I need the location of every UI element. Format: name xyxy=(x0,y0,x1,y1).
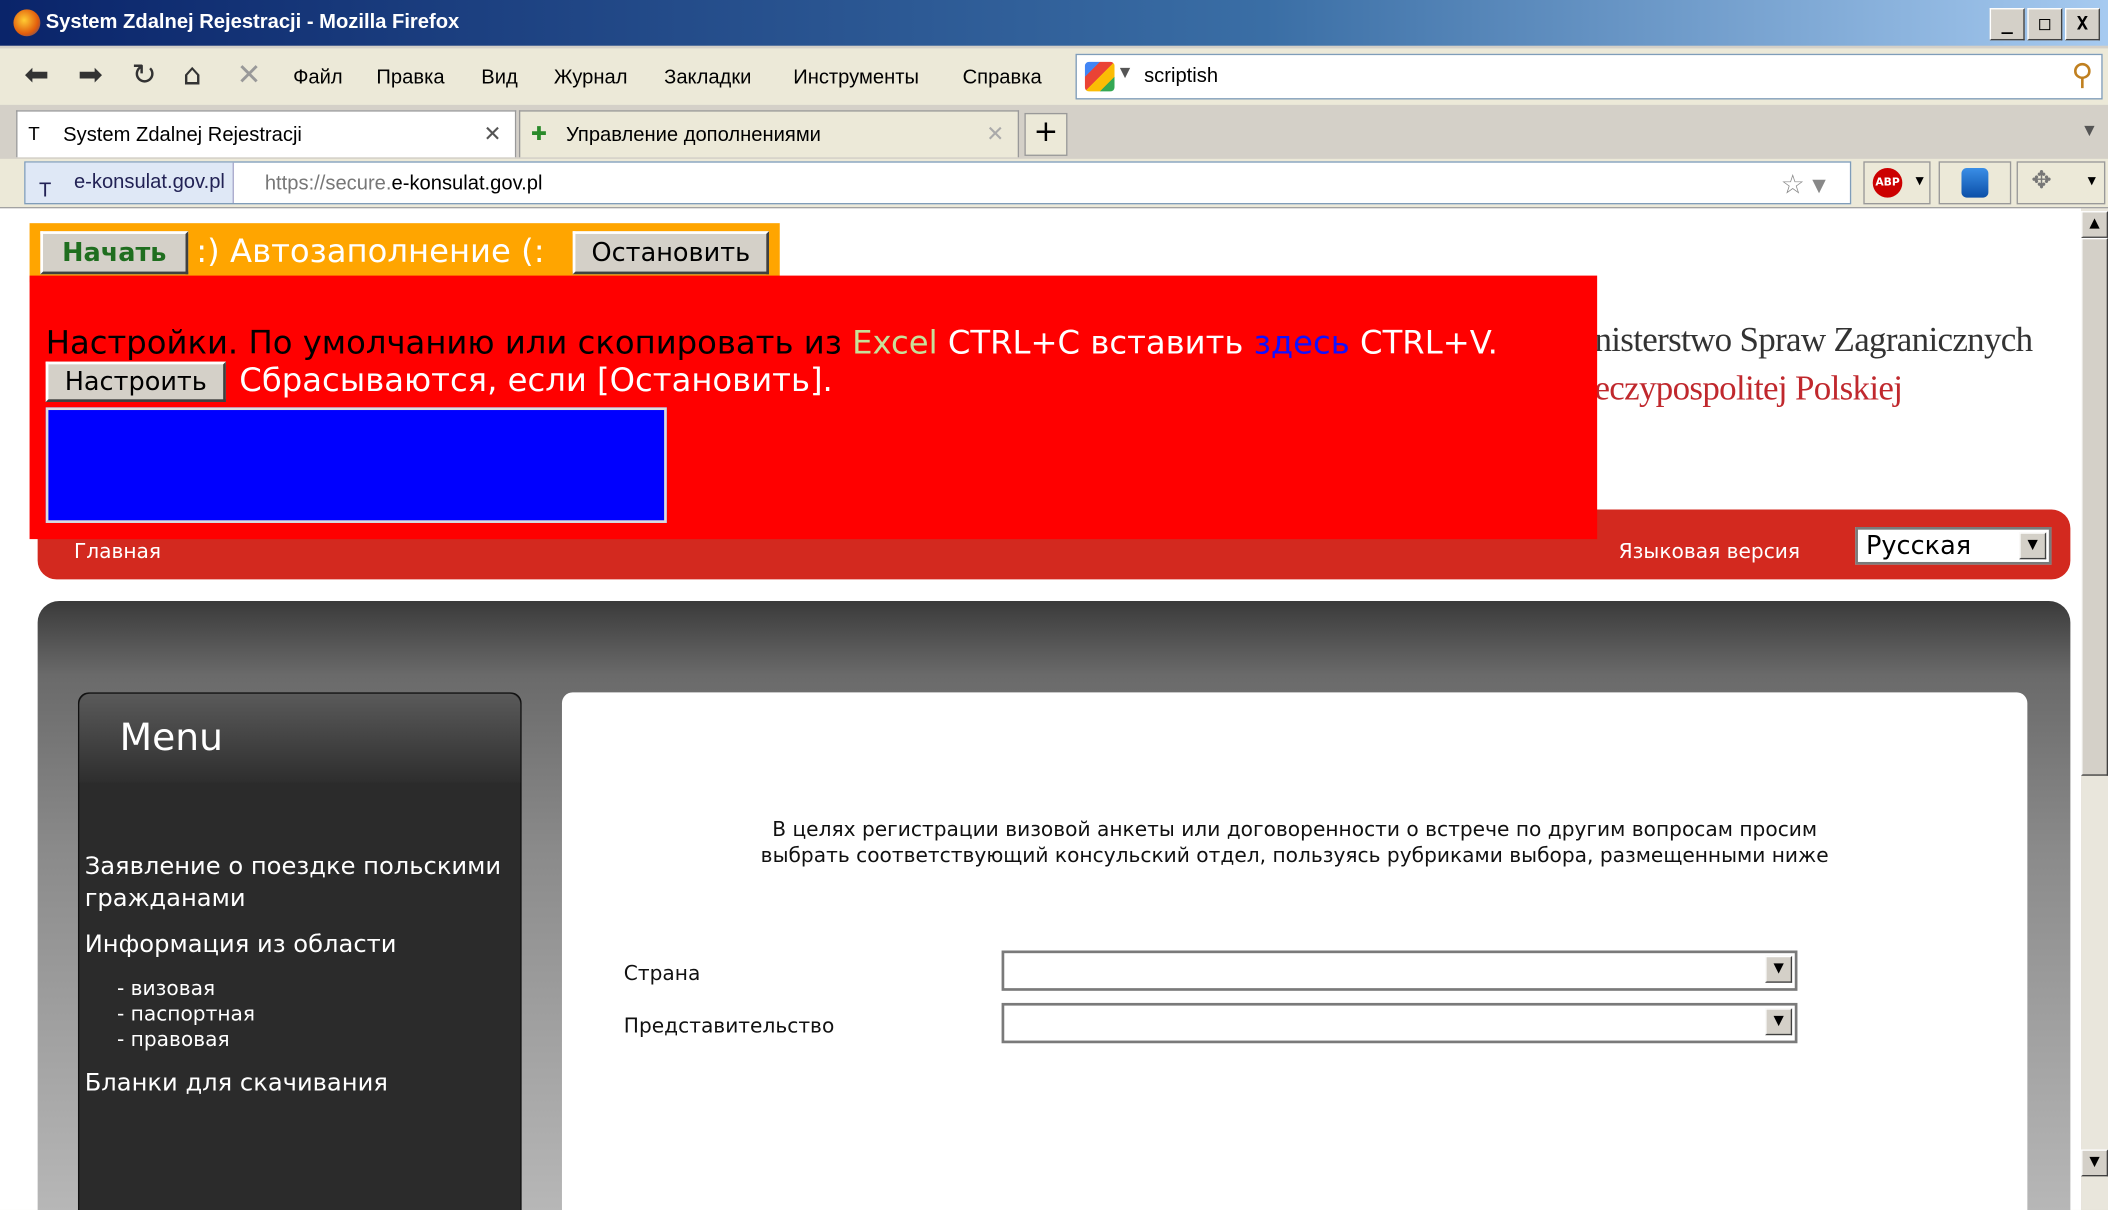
page-scrollbar[interactable]: ▲ ▼ xyxy=(2081,208,2108,1210)
menu-file[interactable]: Файл xyxy=(293,66,343,89)
adblock-button[interactable]: ABP ▼ xyxy=(1863,161,1931,205)
nav-home-link[interactable]: Главная xyxy=(74,539,161,563)
title-bar: System Zdalnej Rejestracji - Mozilla Fir… xyxy=(0,0,2108,46)
home-icon[interactable]: ⌂ xyxy=(183,59,202,93)
reset-note: Сбрасываются, если [Остановить]. xyxy=(239,361,833,400)
stop-button[interactable]: Остановить xyxy=(572,231,769,275)
minimize-button[interactable]: _ xyxy=(1989,8,2025,41)
close-button[interactable]: X xyxy=(2064,8,2100,41)
intro-line2: выбрать соответствующий консульский отде… xyxy=(760,842,1829,868)
back-arrow-icon[interactable]: ⬅ xyxy=(24,59,49,93)
intro-line1: В целях регистрации визовой анкеты или д… xyxy=(772,817,1818,842)
google-icon[interactable] xyxy=(1084,61,1115,92)
menu-edit[interactable]: Правка xyxy=(376,66,444,89)
page-favicon-icon: T xyxy=(28,122,40,144)
side-menu: Menu Заявление о поездке польскими гражд… xyxy=(77,692,522,1210)
menu-help[interactable]: Справка xyxy=(963,66,1042,89)
menu-view[interactable]: Вид xyxy=(481,66,517,89)
office-label: Представительство xyxy=(623,1013,835,1038)
menu-header: Menu xyxy=(79,693,521,783)
country-label: Страна xyxy=(623,961,701,986)
url-text: https://secure.e-konsulat.gov.pl xyxy=(265,172,543,195)
settings-here-link[interactable]: здесь xyxy=(1254,324,1350,362)
menu-item-travel-statement[interactable]: Заявление о поездке польскими гражданами xyxy=(85,851,515,916)
chevron-down-icon[interactable]: ▼ xyxy=(2019,532,2047,560)
tab-addons-manager[interactable]: ✚ Управление дополнениями ✕ xyxy=(518,110,1020,158)
adblock-icon: ABP xyxy=(1872,168,1903,198)
window-title: System Zdalnej Rejestracji - Mozilla Fir… xyxy=(45,10,460,34)
ministry-line2: eczypospolitej Polskiej xyxy=(1594,368,1903,408)
configure-button[interactable]: Настроить xyxy=(45,361,226,402)
language-value: Русская xyxy=(1866,531,1972,561)
search-value: scriptish xyxy=(1144,64,1219,88)
intro-text: В целях регистрации визовой анкеты или д… xyxy=(562,817,2027,868)
settings-text-1: Настройки. По умолчанию или скопировать … xyxy=(45,324,853,362)
settings-textarea[interactable] xyxy=(45,407,667,523)
menu-history[interactable]: Журнал xyxy=(554,66,628,89)
scroll-thumb[interactable] xyxy=(2081,237,2108,776)
chevron-down-icon[interactable]: ▼ xyxy=(1765,955,1793,983)
menu-item-information[interactable]: Информация из области xyxy=(85,929,397,961)
settings-excel-text: Excel xyxy=(852,324,938,362)
country-select[interactable]: ▼ xyxy=(1001,950,1798,991)
puzzle-icon: ✚ xyxy=(531,122,547,144)
monkey-icon: ✥ xyxy=(2031,166,2052,195)
autofill-title: :) Автозаполнение (: xyxy=(196,232,545,271)
menu-bookmarks[interactable]: Закладки xyxy=(664,66,751,89)
web-page: nisterstwo Spraw Zagranicznych eczypospo… xyxy=(0,208,2082,1210)
scroll-down-icon[interactable]: ▼ xyxy=(2081,1149,2108,1177)
chevron-down-icon[interactable]: ▼ xyxy=(1765,1008,1793,1036)
database-icon xyxy=(1961,168,1989,198)
language-label: Языковая версия xyxy=(1618,539,1801,564)
close-tab-icon[interactable]: ✕ xyxy=(483,121,501,148)
database-button[interactable] xyxy=(1938,161,2012,205)
reload-icon[interactable]: ↻ xyxy=(132,59,157,93)
language-select[interactable]: Русская ▼ xyxy=(1855,527,2052,565)
office-select[interactable]: ▼ xyxy=(1001,1002,1798,1044)
greasemonkey-button[interactable]: ✥ ▼ xyxy=(2016,161,2106,205)
menu-title: Menu xyxy=(119,715,224,760)
menu-subitem-visa[interactable]: - визовая xyxy=(117,976,215,1002)
menu-subitem-passport[interactable]: - паспортная xyxy=(117,1002,255,1028)
firefox-icon xyxy=(13,9,41,37)
chevron-down-icon: ▼ xyxy=(1915,174,1924,187)
url-input[interactable]: T e-konsulat.gov.pl https://secure.e-kon… xyxy=(24,161,1852,205)
settings-text-2: CTRL+C вставить xyxy=(937,324,1254,362)
tab-bar: T System Zdalnej Rejestracji ✕ ✚ Управле… xyxy=(0,107,2108,160)
url-prefix: https://secure. xyxy=(264,172,392,195)
bookmark-star-icon[interactable]: ☆ ▾ xyxy=(1781,168,1826,202)
scroll-up-icon[interactable]: ▲ xyxy=(2081,211,2108,238)
menu-subitem-legal[interactable]: - правовая xyxy=(117,1027,230,1053)
menu-tools[interactable]: Инструменты xyxy=(793,66,919,89)
url-domain: e-konsulat.gov.pl xyxy=(391,172,543,195)
new-tab-button[interactable]: + xyxy=(1024,112,1068,156)
site-name: e-konsulat.gov.pl xyxy=(73,170,225,194)
main-content-panel: В целях регистрации визовой анкеты или д… xyxy=(561,692,2028,1210)
ministry-line1: nisterstwo Spraw Zagranicznych xyxy=(1594,319,2033,359)
ministry-logo-text: nisterstwo Spraw Zagranicznych eczypospo… xyxy=(1594,316,2033,413)
search-icon[interactable]: ⚲ xyxy=(2072,59,2094,93)
tab-system-rejestracji[interactable]: T System Zdalnej Rejestracji ✕ xyxy=(16,110,517,158)
forward-arrow-icon[interactable]: ➡ xyxy=(78,59,103,93)
browser-window: System Zdalnej Rejestracji - Mozilla Fir… xyxy=(0,0,2108,1210)
stop-icon[interactable]: ✕ xyxy=(237,59,262,93)
chevron-down-icon[interactable]: ▼ xyxy=(1120,66,1130,81)
site-identity[interactable]: T e-konsulat.gov.pl xyxy=(25,162,235,204)
url-toolbar: T e-konsulat.gov.pl https://secure.e-kon… xyxy=(0,158,2108,209)
menu-item-forms[interactable]: Бланки для скачивания xyxy=(85,1067,388,1099)
tab-list-chevron-icon[interactable]: ▼ xyxy=(2084,124,2094,139)
site-favicon-icon: T xyxy=(38,178,52,202)
maximize-button[interactable]: □ xyxy=(2027,8,2063,41)
close-tab-icon[interactable]: ✕ xyxy=(986,121,1004,148)
search-input[interactable]: ▼ scriptish ⚲ xyxy=(1075,53,2103,100)
start-button[interactable]: Начать xyxy=(40,231,189,275)
navigation-toolbar: ⬅ ➡ ↻ ⌂ ✕ Файл Правка Вид Журнал Закладк… xyxy=(0,48,2108,105)
settings-instructions: Настройки. По умолчанию или скопировать … xyxy=(46,324,1498,362)
settings-text-3: CTRL+V. xyxy=(1349,324,1498,362)
tab-label: System Zdalnej Rejestracji xyxy=(63,123,302,147)
tab-label: Управление дополнениями xyxy=(565,123,821,147)
chevron-down-icon: ▼ xyxy=(2087,174,2096,187)
